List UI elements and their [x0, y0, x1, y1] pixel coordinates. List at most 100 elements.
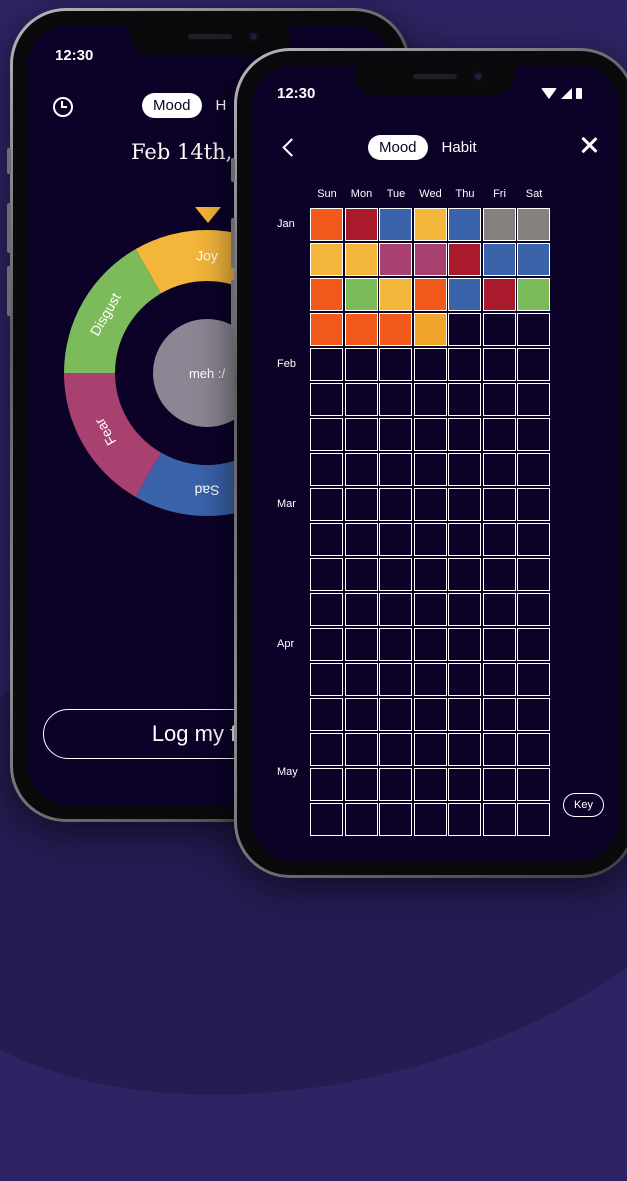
day-cell[interactable] [517, 523, 550, 556]
day-cell[interactable] [517, 698, 550, 731]
day-cell[interactable] [344, 558, 378, 591]
day-cell[interactable] [448, 243, 481, 276]
day-cell[interactable] [344, 803, 378, 836]
day-cell[interactable] [344, 523, 378, 556]
day-cell[interactable] [344, 698, 378, 731]
day-cell[interactable] [448, 208, 481, 241]
day-cell[interactable] [379, 418, 412, 451]
day-cell[interactable] [448, 768, 481, 801]
day-cell[interactable] [482, 278, 516, 311]
day-cell[interactable] [310, 803, 343, 836]
day-cell[interactable] [413, 208, 447, 241]
day-cell[interactable] [448, 733, 481, 766]
day-cell[interactable] [482, 733, 516, 766]
day-cell[interactable] [379, 733, 412, 766]
day-cell[interactable] [517, 558, 550, 591]
day-cell[interactable] [482, 628, 516, 661]
day-cell[interactable] [310, 523, 343, 556]
day-cell[interactable] [344, 348, 378, 381]
day-cell[interactable] [310, 628, 343, 661]
day-cell[interactable] [517, 383, 550, 416]
day-cell[interactable] [310, 208, 343, 241]
day-cell[interactable] [413, 313, 447, 346]
day-cell[interactable] [344, 593, 378, 626]
day-cell[interactable] [344, 663, 378, 696]
tab-mood[interactable]: Mood [142, 93, 202, 118]
tab-habit[interactable]: Habit [442, 139, 477, 156]
day-cell[interactable] [310, 663, 343, 696]
day-cell[interactable] [344, 488, 378, 521]
day-cell[interactable] [310, 418, 343, 451]
back-chevron-icon[interactable] [282, 138, 301, 157]
day-cell[interactable] [379, 803, 412, 836]
day-cell[interactable] [517, 803, 550, 836]
day-cell[interactable] [482, 348, 516, 381]
day-cell[interactable] [413, 733, 447, 766]
day-cell[interactable] [413, 453, 447, 486]
day-cell[interactable] [413, 628, 447, 661]
day-cell[interactable] [310, 453, 343, 486]
day-cell[interactable] [413, 558, 447, 591]
day-cell[interactable] [379, 593, 412, 626]
day-cell[interactable] [379, 628, 412, 661]
day-cell[interactable] [448, 803, 481, 836]
day-cell[interactable] [310, 278, 343, 311]
day-cell[interactable] [310, 698, 343, 731]
day-cell[interactable] [482, 768, 516, 801]
day-cell[interactable] [517, 278, 550, 311]
day-cell[interactable] [482, 208, 516, 241]
day-cell[interactable] [517, 348, 550, 381]
day-cell[interactable] [413, 663, 447, 696]
day-cell[interactable] [448, 418, 481, 451]
day-cell[interactable] [448, 348, 481, 381]
day-cell[interactable] [413, 383, 447, 416]
day-cell[interactable] [413, 523, 447, 556]
day-cell[interactable] [379, 278, 412, 311]
day-cell[interactable] [482, 488, 516, 521]
day-cell[interactable] [310, 768, 343, 801]
day-cell[interactable] [379, 383, 412, 416]
day-cell[interactable] [413, 768, 447, 801]
day-cell[interactable] [344, 313, 378, 346]
day-cell[interactable] [344, 768, 378, 801]
day-cell[interactable] [448, 313, 481, 346]
day-cell[interactable] [413, 803, 447, 836]
day-cell[interactable] [482, 663, 516, 696]
day-cell[interactable] [482, 523, 516, 556]
day-cell[interactable] [482, 698, 516, 731]
day-cell[interactable] [482, 453, 516, 486]
day-cell[interactable] [310, 488, 343, 521]
day-cell[interactable] [310, 383, 343, 416]
day-cell[interactable] [448, 593, 481, 626]
key-button[interactable]: Key [563, 793, 604, 817]
close-icon[interactable] [579, 135, 599, 155]
day-cell[interactable] [482, 593, 516, 626]
day-cell[interactable] [379, 698, 412, 731]
day-cell[interactable] [379, 208, 412, 241]
day-cell[interactable] [448, 523, 481, 556]
day-cell[interactable] [517, 418, 550, 451]
day-cell[interactable] [344, 383, 378, 416]
day-cell[interactable] [379, 488, 412, 521]
day-cell[interactable] [310, 243, 343, 276]
day-cell[interactable] [413, 593, 447, 626]
day-cell[interactable] [517, 628, 550, 661]
day-cell[interactable] [517, 313, 550, 346]
day-cell[interactable] [379, 313, 412, 346]
day-cell[interactable] [448, 488, 481, 521]
day-cell[interactable] [482, 803, 516, 836]
day-cell[interactable] [517, 663, 550, 696]
day-cell[interactable] [413, 278, 447, 311]
day-cell[interactable] [448, 383, 481, 416]
day-cell[interactable] [482, 243, 516, 276]
day-cell[interactable] [379, 523, 412, 556]
day-cell[interactable] [448, 558, 481, 591]
day-cell[interactable] [517, 453, 550, 486]
day-cell[interactable] [344, 453, 378, 486]
day-cell[interactable] [413, 348, 447, 381]
day-cell[interactable] [517, 768, 550, 801]
day-cell[interactable] [379, 348, 412, 381]
history-icon[interactable] [53, 97, 73, 117]
day-cell[interactable] [379, 243, 412, 276]
day-cell[interactable] [482, 558, 516, 591]
